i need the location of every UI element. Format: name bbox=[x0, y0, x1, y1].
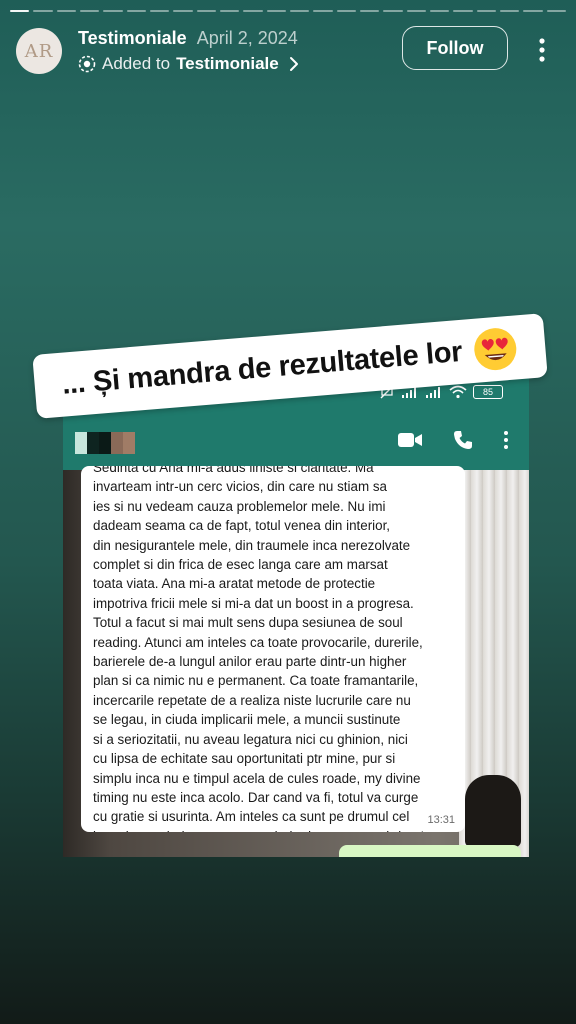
message-line: Totul a facut si mai mult sens dupa sesi… bbox=[93, 615, 403, 631]
background-chair bbox=[465, 775, 521, 847]
chevron-right-icon bbox=[289, 57, 298, 71]
collection-name: Testimoniale bbox=[176, 54, 279, 73]
message-line: cu lipsa de echitate sau oportunitati pt… bbox=[93, 751, 396, 767]
progress-segment bbox=[499, 10, 520, 12]
phone-call-icon bbox=[454, 431, 472, 449]
message-line: dadeam seama ca de fapt, totul venea din… bbox=[93, 518, 391, 534]
progress-segment bbox=[243, 10, 263, 12]
progress-segment bbox=[546, 10, 566, 12]
message-line: impotriva fricii mele si mi-a dat un boo… bbox=[93, 595, 414, 611]
progress-segment bbox=[173, 10, 193, 12]
progress-segment bbox=[33, 10, 53, 12]
post-date: April 2, 2024 bbox=[196, 28, 298, 48]
message-line: se legau, in ciuda implicarii mele, a mu… bbox=[93, 712, 401, 728]
message-line: complet si din frica de esec langa care … bbox=[93, 557, 388, 573]
account-name[interactable]: Testimoniale bbox=[78, 28, 187, 49]
progress-segment bbox=[383, 10, 403, 12]
message-line: Sedinta cu Ana mi-a adus liniste si clar… bbox=[93, 466, 374, 475]
message-line: incercarile repetate de a realiza niste … bbox=[93, 692, 411, 708]
message-line: bun si nu trebuie sa renunt, trebuie doa… bbox=[93, 827, 455, 832]
progress-segment bbox=[149, 10, 170, 12]
more-options-icon[interactable] bbox=[530, 36, 554, 64]
avatar[interactable]: AR bbox=[16, 28, 62, 74]
progress-segment bbox=[56, 10, 76, 12]
message-line: toata viata. Ana mi-a aratat metode de p… bbox=[93, 576, 376, 592]
progress-segment bbox=[266, 10, 286, 12]
progress-segment bbox=[103, 10, 123, 12]
blurred-contact-avatar bbox=[75, 432, 135, 454]
progress-segment bbox=[289, 10, 310, 12]
progress-segment bbox=[196, 10, 216, 12]
progress-segment bbox=[429, 10, 450, 12]
message-time: 13:31 bbox=[427, 814, 455, 826]
message-line: din nesigurantele mele, din traumele inc… bbox=[93, 537, 411, 553]
progress-segment bbox=[336, 10, 356, 12]
story-header: AR Testimoniale April 2, 2024 Added to T… bbox=[16, 24, 560, 80]
video-call-icon bbox=[398, 433, 422, 447]
message-line: invarteam intr-un cerc vicios, din care … bbox=[93, 479, 387, 495]
progress-segment bbox=[523, 10, 543, 12]
message-line: ies si nu vedeam cauza problemelor mele.… bbox=[93, 498, 386, 514]
outgoing-bubble-edge bbox=[339, 845, 521, 857]
title-row: Testimoniale April 2, 2024 bbox=[78, 28, 298, 49]
message-line: si a seriozitatii, nu aveau legatura nic… bbox=[93, 731, 408, 747]
progress-segment bbox=[219, 10, 240, 12]
message-line: plan si ca nimic nu e permanent. Ca toat… bbox=[93, 673, 419, 689]
progress-segment bbox=[79, 10, 100, 12]
progress-segment bbox=[453, 10, 473, 12]
heart-eyes-emoji-icon bbox=[473, 328, 516, 371]
progress-segment bbox=[406, 10, 426, 12]
message-line: cu gratie si usurinta. Am inteles ca sun… bbox=[93, 809, 410, 825]
added-to-collection-link[interactable]: Added to Testimoniale bbox=[78, 54, 299, 74]
added-prefix: Added to bbox=[102, 54, 171, 73]
battery-icon: 85 bbox=[473, 385, 503, 399]
progress-segment bbox=[10, 10, 30, 12]
chat-menu-icon bbox=[504, 431, 508, 449]
collection-icon bbox=[78, 55, 96, 73]
progress-segment bbox=[126, 10, 146, 12]
message-line: reading. Atunci am inteles ca toate prov… bbox=[93, 634, 423, 650]
story-progress-bar bbox=[10, 10, 566, 12]
progress-segment bbox=[359, 10, 380, 12]
message-line: barierele de-a lungul anilor erau parte … bbox=[93, 654, 407, 670]
wifi-icon bbox=[449, 385, 467, 399]
whatsapp-screenshot: 85 Sedinta cu Ana mi-a adus liniste si c… bbox=[63, 370, 529, 857]
message-line: timing nu este inca acolo. Dar cand va f… bbox=[93, 789, 419, 805]
message-text: Sedinta cu Ana mi-a adus liniste si clar… bbox=[93, 466, 455, 832]
progress-segment bbox=[313, 10, 333, 12]
message-bubble: Sedinta cu Ana mi-a adus liniste si clar… bbox=[81, 466, 465, 832]
follow-button[interactable]: Follow bbox=[402, 26, 508, 70]
message-line: simplu inca nu e timpul acela de cules r… bbox=[93, 770, 421, 786]
progress-segment bbox=[476, 10, 496, 12]
signal-icon bbox=[426, 387, 440, 398]
